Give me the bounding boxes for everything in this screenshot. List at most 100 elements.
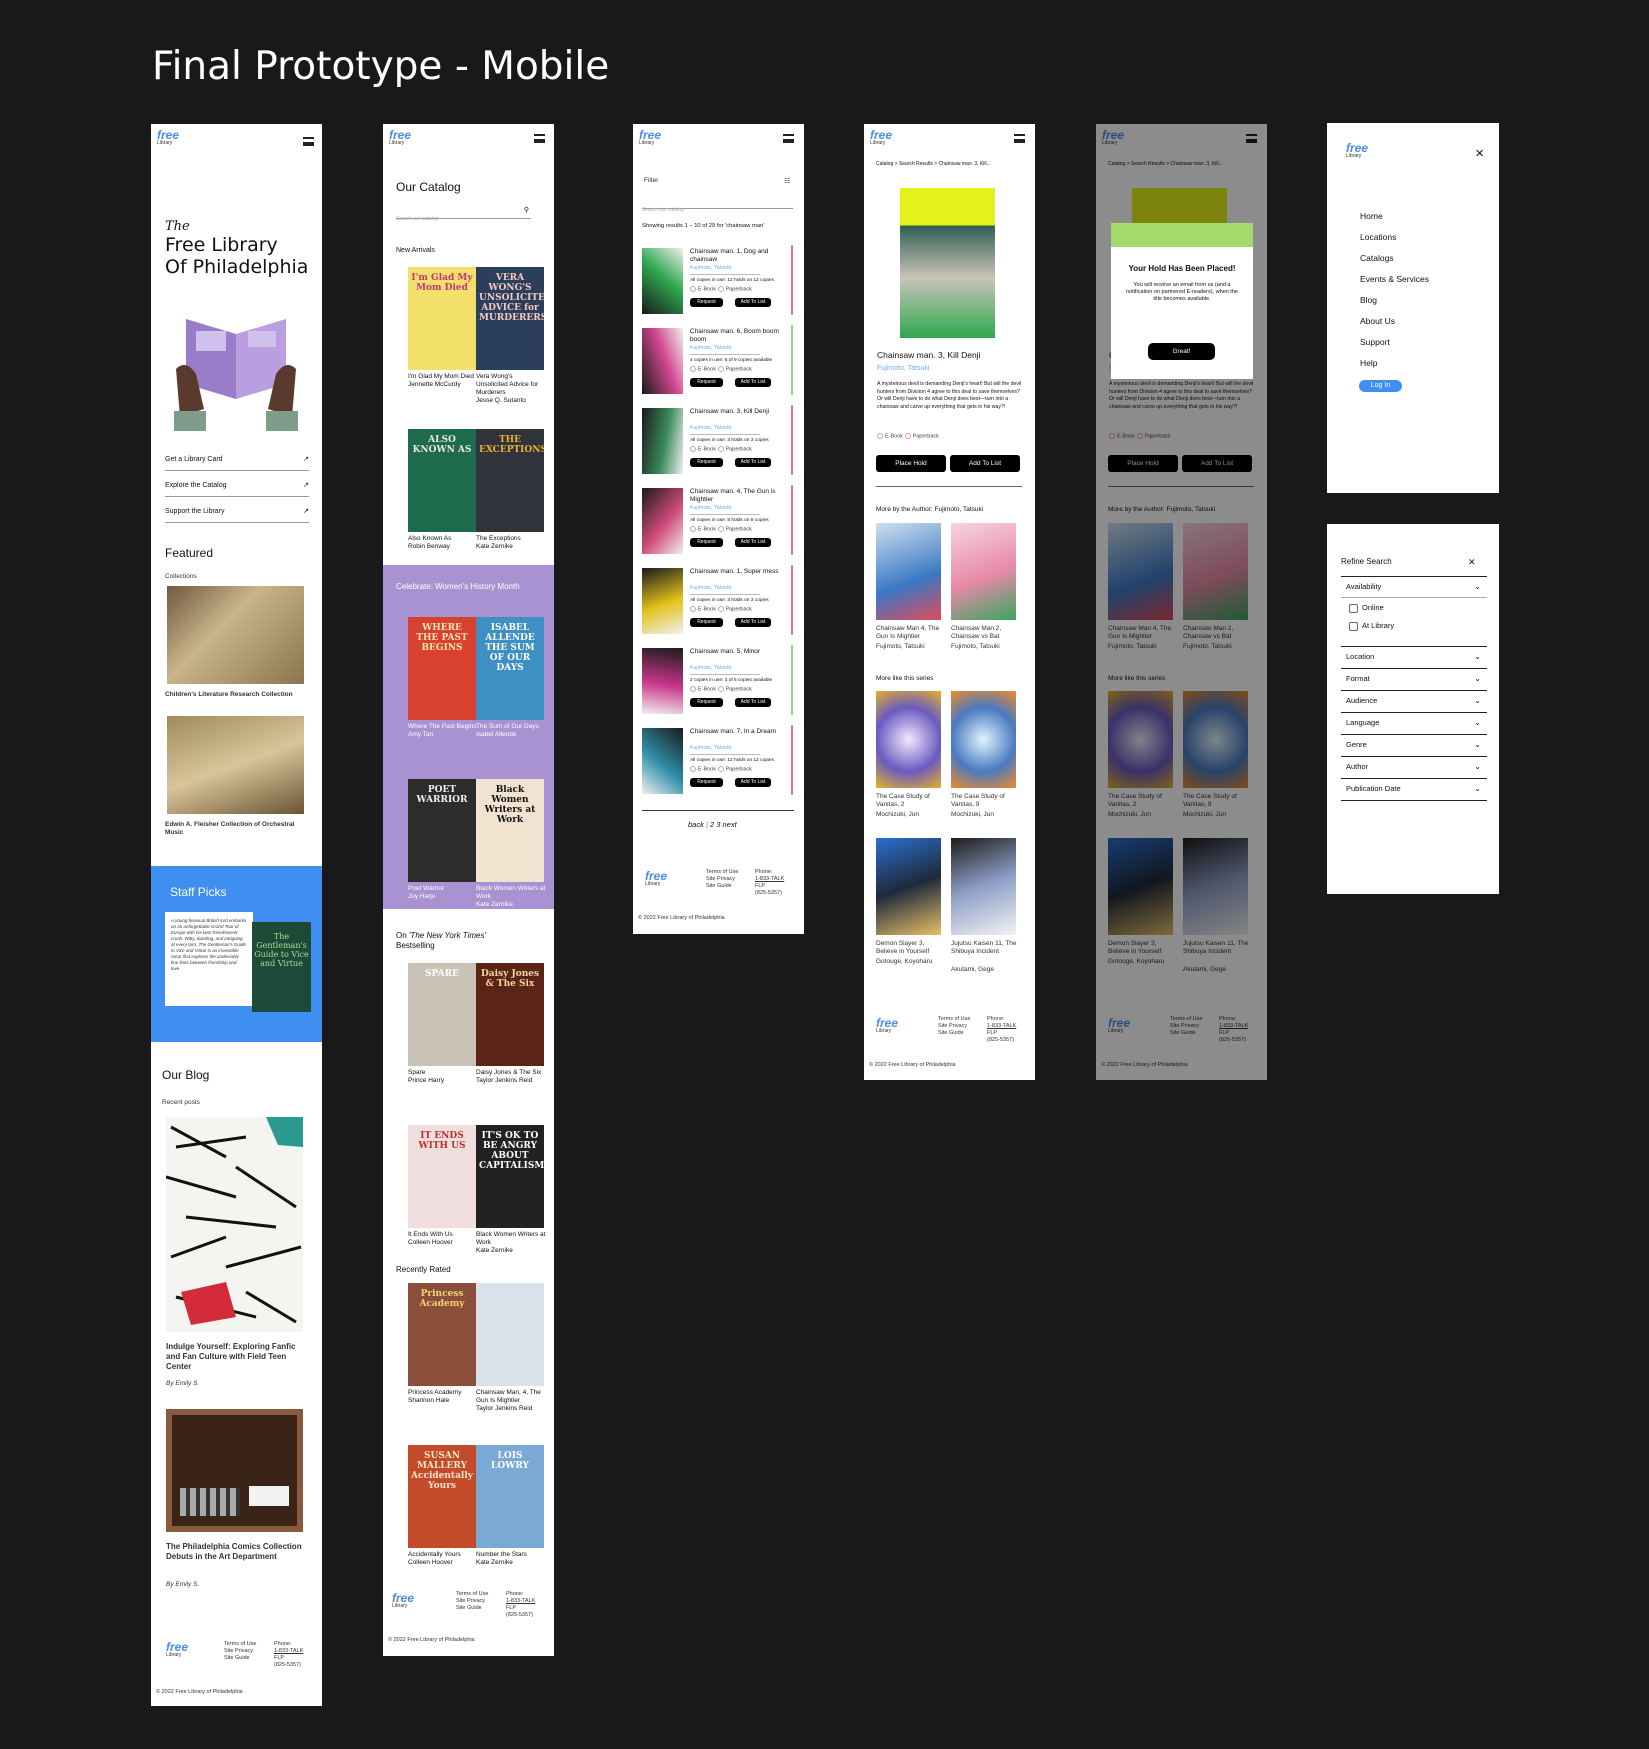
result-title[interactable]: Chainsaw man. 1, Dog and chainsaw xyxy=(690,248,782,264)
menu-item[interactable]: Support xyxy=(1360,337,1390,347)
facet-toggle[interactable]: Language ⌄ xyxy=(1341,718,1487,727)
search-icon[interactable]: ⚲ xyxy=(524,206,529,214)
request-button[interactable]: Request xyxy=(690,698,723,707)
book-cover[interactable]: SUSAN MALLERY Accidentally Yours xyxy=(408,1445,476,1548)
result-author[interactable]: Fujimoto, Tatsuki xyxy=(690,345,731,351)
page-links[interactable]: 2 3 xyxy=(710,820,720,829)
book-title[interactable]: Demon Slayer 3, Believe in Yourself xyxy=(876,940,946,956)
terms-link[interactable]: Terms of Use xyxy=(224,1641,256,1648)
result-title[interactable]: Chainsaw man. 6, Boom boom boom xyxy=(690,328,782,344)
close-icon[interactable]: ✕ xyxy=(1475,147,1484,160)
breadcrumb[interactable]: Catalog > Search Results > Chainsaw man.… xyxy=(876,161,991,167)
book-cover[interactable]: Daisy Jones & The Six xyxy=(476,963,544,1066)
guide-link[interactable]: Site Guide xyxy=(224,1655,256,1662)
book-cover[interactable] xyxy=(951,523,1016,620)
privacy-link[interactable]: Site Privacy xyxy=(938,1023,970,1030)
blog-image-2[interactable] xyxy=(166,1409,303,1532)
result-title[interactable]: Chainsaw man. 5, Minor xyxy=(690,648,782,656)
book-cover[interactable]: I'm Glad My Mom Died xyxy=(408,267,476,370)
logo[interactable]: free Library xyxy=(1346,142,1368,160)
result-cover[interactable] xyxy=(642,728,683,794)
request-button[interactable]: Request xyxy=(690,538,723,547)
book-cover[interactable]: SPARE xyxy=(408,963,476,1066)
request-button[interactable]: Request xyxy=(690,778,723,787)
add-to-list-button[interactable]: Add To List xyxy=(735,778,771,787)
menu-item[interactable]: About Us xyxy=(1360,316,1395,326)
book-title[interactable]: Number the Stars xyxy=(476,1551,546,1559)
book-title[interactable]: Also Known As xyxy=(408,535,478,543)
blog-post-2-title[interactable]: The Philadelphia Comics Collection Debut… xyxy=(166,1542,306,1562)
facet-toggle[interactable]: Genre ⌄ xyxy=(1341,740,1487,749)
book-title[interactable]: The Case Study of Vanitas, 9 xyxy=(951,793,1021,809)
terms-link[interactable]: Terms of Use xyxy=(456,1591,488,1598)
book-cover[interactable]: Black Women Writers at Work xyxy=(476,779,544,882)
book-title[interactable]: The Exceptions xyxy=(476,535,546,543)
filter-icon[interactable]: ☷ xyxy=(784,177,790,185)
book-title[interactable]: Chainsaw Man, 4, The Gun Is Mightier xyxy=(476,1389,546,1405)
book-cover[interactable]: ALSO KNOWN AS xyxy=(408,429,476,532)
book-title[interactable]: Daisy Jones & The Six xyxy=(476,1069,546,1077)
menu-icon[interactable] xyxy=(1014,134,1025,143)
book-title[interactable]: Vera Wong's Unsolicited Advice for Murde… xyxy=(476,373,546,397)
book-title[interactable]: Spare xyxy=(408,1069,478,1077)
place-hold-button[interactable]: Place Hold xyxy=(876,455,946,472)
result-author[interactable]: Fujimoto, Tatsuki xyxy=(690,585,731,591)
add-to-list-button[interactable]: Add To List xyxy=(735,458,771,467)
add-to-list-button[interactable]: Add To List xyxy=(735,698,771,707)
result-title[interactable]: Chainsaw man. 4, The Gun is Mightier xyxy=(690,488,782,504)
menu-icon[interactable] xyxy=(303,137,314,146)
facet-toggle[interactable]: Author ⌄ xyxy=(1341,762,1487,771)
footer-logo[interactable]: free Library xyxy=(166,1641,188,1659)
book-cover[interactable]: WHERE THE PAST BEGINS xyxy=(408,617,476,720)
menu-item[interactable]: Catalogs xyxy=(1360,253,1394,263)
book-cover[interactable] xyxy=(876,691,941,788)
blog-post-1-title[interactable]: Indulge Yourself: Exploring Fanfic and F… xyxy=(166,1342,306,1372)
catalog-search-input[interactable]: Search our catalog ⚲ xyxy=(396,206,531,222)
close-icon[interactable]: ✕ xyxy=(1468,557,1476,568)
menu-item[interactable]: Events & Services xyxy=(1360,274,1429,284)
book-title[interactable]: The Sum of Our Days xyxy=(476,723,546,731)
book-cover[interactable]: THE EXCEPTIONS xyxy=(476,429,544,532)
menu-item[interactable]: Help xyxy=(1360,358,1377,368)
book-cover[interactable] xyxy=(951,838,1016,935)
collection-title-1[interactable]: Children's Literature Research Collectio… xyxy=(165,691,305,699)
facet-toggle[interactable]: Format ⌄ xyxy=(1341,674,1487,683)
terms-link[interactable]: Terms of Use xyxy=(706,869,738,876)
result-title[interactable]: Chainsaw man. 1, Super mess xyxy=(690,568,782,576)
book-cover[interactable] xyxy=(876,523,941,620)
login-button[interactable]: Log In xyxy=(1359,380,1402,392)
book-title[interactable]: Princess Academy xyxy=(408,1389,478,1397)
add-to-list-button[interactable]: Add To List xyxy=(735,618,771,627)
request-button[interactable]: Request xyxy=(690,458,723,467)
result-author[interactable]: Fujimoto, Tatsuki xyxy=(690,745,731,751)
next-link[interactable]: next xyxy=(723,820,737,829)
logo[interactable]: free Library xyxy=(157,129,179,147)
link-support[interactable]: Support the Library ↗ xyxy=(165,507,309,523)
detail-author[interactable]: Fujimoto, Tatsuki xyxy=(877,365,929,372)
result-author[interactable]: Fujimoto, Tatsuki xyxy=(690,265,731,271)
book-title[interactable]: Black Women Writers at Work xyxy=(476,885,546,901)
result-cover[interactable] xyxy=(642,248,683,314)
link-library-card[interactable]: Get a Library Card ↗ xyxy=(165,455,309,471)
guide-link[interactable]: Site Guide xyxy=(938,1030,970,1037)
book-cover[interactable] xyxy=(476,1283,544,1386)
result-cover[interactable] xyxy=(642,568,683,634)
result-author[interactable]: Fujimoto, Tatsuki xyxy=(690,505,731,511)
privacy-link[interactable]: Site Privacy xyxy=(456,1598,488,1605)
book-cover[interactable]: IT'S OK TO BE ANGRY ABOUT CAPITALISM xyxy=(476,1125,544,1228)
logo[interactable]: free Library xyxy=(389,129,411,147)
add-to-list-button[interactable]: Add To List xyxy=(950,455,1020,472)
book-cover[interactable] xyxy=(876,838,941,935)
collection-image-2[interactable] xyxy=(167,716,304,814)
result-cover[interactable] xyxy=(642,488,683,554)
book-title[interactable]: It Ends With Us xyxy=(408,1231,478,1239)
book-cover[interactable]: VERA WONG'S UNSOLICITED ADVICE for MURDE… xyxy=(476,267,544,370)
menu-item[interactable]: Blog xyxy=(1360,295,1377,305)
staff-book-cover[interactable]: The Gentleman's Guide to Vice and Virtue xyxy=(252,922,311,1012)
collection-title-2[interactable]: Edwin A. Fleisher Collection of Orchestr… xyxy=(165,821,305,837)
phone-link[interactable]: 1-833-TALK xyxy=(755,876,784,883)
results-search-input[interactable]: Search our catalog xyxy=(642,198,793,213)
book-title[interactable]: Poet Warrior xyxy=(408,885,478,893)
filter-label[interactable]: Filter xyxy=(644,177,658,185)
book-title[interactable]: Black Women Writers at Work xyxy=(476,1231,546,1247)
